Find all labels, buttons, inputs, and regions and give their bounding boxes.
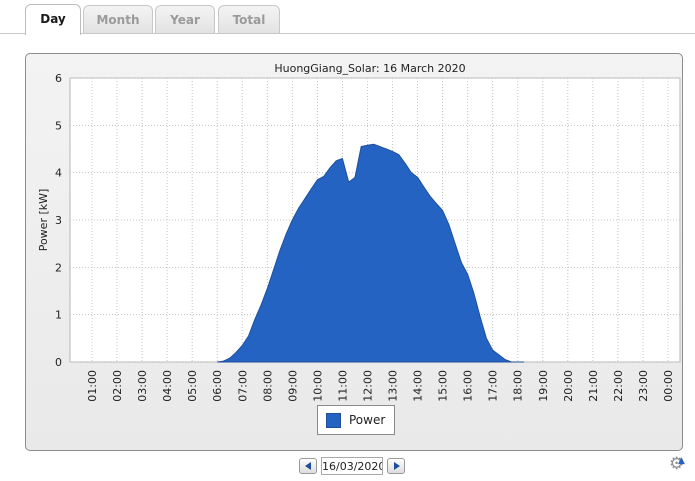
x-tick-label: 15:00 [437,370,450,402]
settings-button[interactable]: ⚙ ▲ [669,455,687,473]
x-tick-label: 04:00 [161,370,174,402]
x-tick-label: 21:00 [587,370,600,402]
x-tick-label: 00:00 [662,370,675,402]
x-tick-label: 05:00 [186,370,199,402]
x-tick-label: 17:00 [487,370,500,402]
x-tick-label: 06:00 [211,370,224,402]
x-tick-label: 10:00 [311,370,324,402]
y-tick-label: 3 [55,214,62,227]
x-tick-label: 11:00 [336,370,349,402]
y-tick-label: 1 [55,309,62,322]
x-tick-label: 08:00 [261,370,274,402]
x-tick-label: 07:00 [236,370,249,402]
triangle-left-icon [305,462,311,470]
legend-swatch-power [326,412,341,428]
x-tick-label: 02:00 [111,370,124,402]
x-ticks: 01:00 02:00 03:00 04:00 05:00 06:00 07:00 08:00… [86,370,675,402]
y-ticks: 0 1 2 3 4 5 6 [55,72,62,369]
next-day-button[interactable] [387,458,405,474]
tab-day[interactable]: Day [25,4,81,35]
x-tick-label: 18:00 [512,370,525,402]
x-tick-label: 22:00 [612,370,625,402]
y-tick-label: 2 [55,261,62,274]
x-tick-label: 01:00 [86,370,99,402]
arrow-up-icon: ▲ [678,456,685,466]
date-input[interactable] [321,457,383,475]
x-tick-label: 12:00 [362,370,375,402]
date-navigator [299,457,405,475]
y-tick-label: 5 [55,119,62,132]
x-tick-label: 23:00 [637,370,650,402]
x-tick-label: 20:00 [562,370,575,402]
x-tick-label: 13:00 [387,370,400,402]
chart-title: HuongGiang_Solar: 16 March 2020 [274,62,465,75]
x-tick-label: 03:00 [136,370,149,402]
x-tick-label: 09:00 [286,370,299,402]
y-axis-label: Power [kW] [37,189,50,252]
x-tick-label: 16:00 [462,370,475,402]
y-tick-label: 6 [55,72,62,85]
legend-label-power: Power [349,413,386,427]
y-tick-label: 4 [55,167,62,180]
triangle-right-icon [394,462,400,470]
prev-day-button[interactable] [299,458,317,474]
y-tick-label: 0 [55,356,62,369]
x-tick-label: 14:00 [412,370,425,402]
chart-legend: Power [317,405,395,435]
x-tick-label: 19:00 [537,370,550,402]
